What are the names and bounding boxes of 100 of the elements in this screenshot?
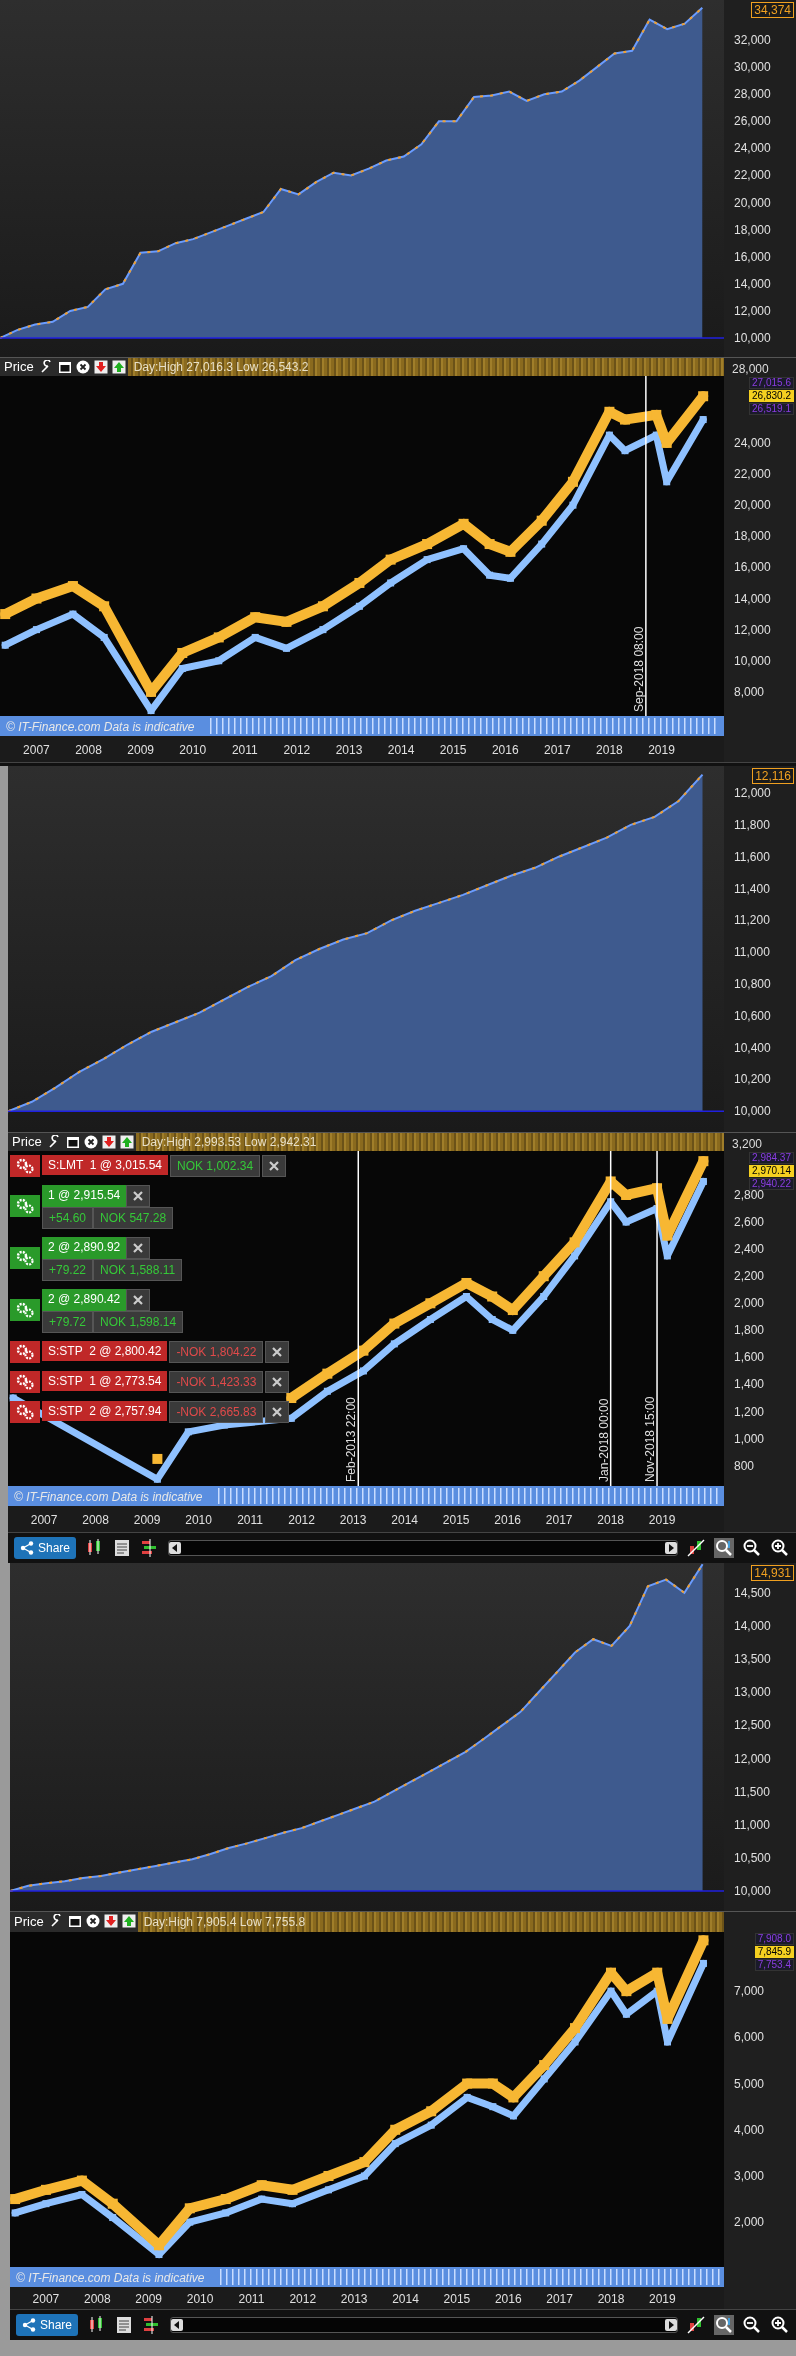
axis-label: 18,000 [734,222,771,237]
axis-label: 26,000 [734,114,771,129]
last-value-label: 34,374 [751,2,794,18]
axis-label: 12,000 [734,786,771,801]
axis-label: 14,000 [734,276,771,291]
axis-label: 10,200 [734,1072,771,1087]
position-pnl: NOK 1,598.14 [93,1311,184,1333]
axis-label: 11,000 [734,945,770,960]
year-label: 2009 [127,743,154,757]
year-label: 2014 [391,1513,418,1527]
year-label: 2017 [545,1513,573,1527]
price-label: 2,970.14 [749,1165,794,1177]
axis-label: 20,000 [734,195,771,210]
axis-label: 13,000 [734,1685,771,1700]
axis-label: 18,000 [734,529,771,544]
year-label: 2009 [133,1513,161,1527]
axis-label: 2,600 [734,1215,765,1230]
price-label: 2,984.37 [749,1152,794,1164]
year-label: 2008 [83,2292,111,2306]
axis-label: 12,000 [734,1751,771,1766]
year-label: 2011 [238,2292,265,2306]
order-pnl: NOK 1,002.34 [170,1155,261,1177]
axis-label: 13,500 [734,1652,771,1667]
year-label: 2016 [494,2292,522,2306]
position-points: +79.72 [42,1311,94,1333]
last-value-label: 12,116 [752,768,794,784]
axis-label: 2,000 [734,1296,765,1311]
time-marker-label: Nov-2018 15:00 [643,1396,658,1482]
axis-label: 10,500 [734,1850,771,1865]
year-label: 2017 [543,743,571,757]
year-label: 2010 [185,1513,212,1527]
axis-label: 16,000 [734,249,771,264]
year-label: 2014 [392,2292,419,2306]
axis-label: 28,000 [732,362,769,376]
axis-label: 2,800 [734,1188,765,1202]
axis-label: 14,000 [734,1618,771,1633]
axis-label: 2,000 [734,2215,765,2230]
order-pnl: -NOK 1,804.22 [169,1341,264,1363]
axis-label: 32,000 [734,32,771,47]
day-range: Day:High 2,993.53 Low 2,942.31 [141,1135,317,1149]
year-label: 2015 [443,2292,471,2306]
axis-label: 14,500 [734,1585,771,1600]
axis-label: 8,000 [734,684,765,699]
year-label: 2011 [231,743,258,757]
position-points: +79.22 [42,1259,94,1281]
axis-label: 11,000 [734,1817,770,1832]
axis-label: 11,600 [734,849,770,864]
price-label: 7,845.9 [754,1946,794,1958]
price-label: 2,940.22 [749,1178,794,1190]
axis-label: 10,800 [734,977,771,991]
year-label: 2012 [283,743,311,757]
day-range: Day:High 7,905.4 Low 7,755.8 [143,1915,306,1929]
position-pnl: NOK 1,588.11 [93,1259,183,1281]
axis-label: 1,800 [734,1323,765,1338]
year-label: 2013 [340,2292,368,2306]
year-label: 2010 [179,743,207,757]
panel-label: Price [3,358,35,376]
price-label: 7,753.4 [754,1959,794,1971]
axis-label: 7,000 [734,1984,765,1999]
axis-label: 10,600 [734,1008,771,1023]
axis-label: 4,000 [734,2122,765,2137]
axis-label: 3,000 [734,2168,765,2183]
axis-label: 6,000 [734,2030,765,2045]
axis-label: 3,200 [732,1137,763,1151]
year-label: 2015 [442,1513,470,1527]
price-label: 27,015.6 [749,377,794,389]
year-label: 2014 [387,743,415,757]
axis-label: 1,000 [734,1431,765,1446]
position-points: +54.60 [42,1207,94,1229]
axis-label: 1,200 [734,1404,765,1419]
axis-label: 2,200 [734,1269,765,1284]
time-marker-label: Sep-2018 08:00 [631,626,646,712]
axis-label: 24,000 [734,435,771,450]
axis-label: 5,000 [734,2076,765,2091]
year-label: 2012 [289,2292,317,2306]
axis-label: 800 [734,1458,755,1473]
axis-label: 10,000 [734,1104,771,1119]
axis-label: 24,000 [734,141,771,156]
axis-label: 11,500 [734,1784,770,1799]
axis-label: 11,800 [734,817,770,832]
axis-label: 16,000 [734,560,771,575]
year-label: 2008 [82,1513,109,1527]
year-label: 2013 [335,743,363,757]
axis-label: 12,000 [734,303,771,318]
axis-label: 11,400 [734,881,770,896]
axis-label: 12,500 [734,1718,771,1733]
year-label: 2016 [491,743,519,757]
axis-label: 14,000 [734,591,771,606]
year-label: 2008 [75,743,102,757]
year-label: 2011 [237,1513,263,1527]
data-notice: © IT-Finance.com Data is indicative [6,720,195,734]
year-label: 2018 [596,743,623,757]
axis-label: 10,000 [734,1884,771,1899]
axis-label: 10,000 [734,653,771,668]
time-marker-label: Jan-2018 00:00 [596,1398,611,1482]
axis-label: 22,000 [734,168,771,183]
axis-label: 30,000 [734,60,771,75]
year-label: 2007 [23,743,50,757]
year-label: 2007 [30,1513,58,1527]
year-label: 2019 [648,743,675,757]
